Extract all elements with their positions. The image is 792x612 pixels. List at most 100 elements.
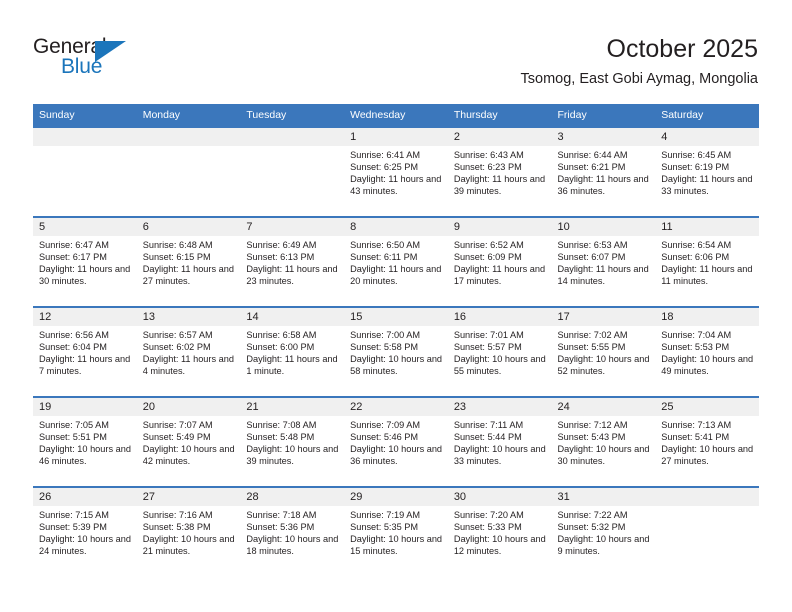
general-blue-logo[interactable]: General Blue (33, 36, 233, 84)
day-sun-info: Sunrise: 6:44 AM Sunset: 6:21 PM Daylight:… (552, 146, 656, 197)
day-number: 16 (447, 308, 552, 326)
calendar-day-cell[interactable]: 28 Sunrise: 7:18 AM Sunset: 5:36 PM Dayligh… (240, 486, 345, 576)
daylight-text: Daylight: 10 hours and 27 minutes. (661, 444, 754, 467)
day-cell-inner: 18 Sunrise: 7:04 AM Sunset: 5:53 PM Dayligh… (655, 306, 759, 396)
calendar-body: 1 Sunrise: 6:41 AM Sunset: 6:25 PM Daylight… (33, 126, 759, 576)
calendar-day-cell[interactable]: 23 Sunrise: 7:11 AM Sunset: 5:44 PM Dayligh… (447, 396, 552, 486)
day-cell-inner: 20 Sunrise: 7:07 AM Sunset: 5:49 PM Dayligh… (136, 396, 241, 486)
day-cell-inner: 6 Sunrise: 6:48 AM Sunset: 6:15 PM Daylight… (136, 216, 241, 306)
weekday-header-friday: Friday (551, 104, 656, 126)
daylight-text: Daylight: 10 hours and 46 minutes. (39, 444, 131, 467)
sunset-text: Sunset: 5:38 PM (142, 522, 211, 533)
calendar-day-cell[interactable]: 17 Sunrise: 7:02 AM Sunset: 5:55 PM Dayligh… (551, 306, 656, 396)
calendar-day-cell[interactable]: 4 Sunrise: 6:45 AM Sunset: 6:19 PM Daylight… (655, 126, 759, 216)
calendar-day-cell[interactable]: 9 Sunrise: 6:52 AM Sunset: 6:09 PM Daylight… (447, 216, 552, 306)
daylight-text: Daylight: 11 hours and 11 minutes. (661, 264, 753, 287)
calendar-day-cell[interactable]: 11 Sunrise: 6:54 AM Sunset: 6:06 PM Dayligh… (655, 216, 759, 306)
sunrise-text: Sunrise: 7:12 AM (557, 420, 628, 430)
empty-day (136, 126, 241, 216)
sunset-text: Sunset: 5:58 PM (350, 342, 419, 353)
day-sun-info: Sunrise: 6:57 AM Sunset: 6:02 PM Daylight:… (137, 326, 241, 377)
calendar-week-row: 12 Sunrise: 6:56 AM Sunset: 6:04 PM Dayligh… (33, 306, 759, 396)
calendar-week-row: 5 Sunrise: 6:47 AM Sunset: 6:17 PM Daylight… (33, 216, 759, 306)
sunrise-text: Sunrise: 6:56 AM (39, 330, 109, 340)
calendar-day-cell[interactable]: 1 Sunrise: 6:41 AM Sunset: 6:25 PM Daylight… (344, 126, 448, 216)
daylight-text: Daylight: 10 hours and 18 minutes. (246, 534, 339, 557)
day-cell-inner: 26 Sunrise: 7:15 AM Sunset: 5:39 PM Dayligh… (33, 486, 137, 576)
sunset-text: Sunset: 6:19 PM (661, 162, 730, 173)
calendar-day-cell[interactable]: 31 Sunrise: 7:22 AM Sunset: 5:32 PM Dayligh… (551, 486, 656, 576)
calendar-day-cell[interactable]: 13 Sunrise: 6:57 AM Sunset: 6:02 PM Dayligh… (136, 306, 241, 396)
day-number: 27 (136, 488, 241, 506)
calendar-day-cell[interactable]: 6 Sunrise: 6:48 AM Sunset: 6:15 PM Daylight… (136, 216, 241, 306)
sunset-text: Sunset: 6:13 PM (246, 252, 315, 263)
sunset-text: Sunset: 5:49 PM (142, 432, 211, 443)
empty-day (33, 126, 137, 216)
sunset-text: Sunset: 5:36 PM (246, 522, 315, 533)
calendar-day-cell[interactable]: 21 Sunrise: 7:08 AM Sunset: 5:48 PM Dayligh… (240, 396, 345, 486)
calendar-day-cell[interactable]: 26 Sunrise: 7:15 AM Sunset: 5:39 PM Dayligh… (33, 486, 137, 576)
day-cell-inner: 3 Sunrise: 6:44 AM Sunset: 6:21 PM Daylight… (551, 126, 656, 216)
day-cell-inner: 14 Sunrise: 6:58 AM Sunset: 6:00 PM Dayligh… (240, 306, 345, 396)
daylight-text: Daylight: 11 hours and 14 minutes. (557, 264, 649, 287)
calendar-week-row: 1 Sunrise: 6:41 AM Sunset: 6:25 PM Daylight… (33, 126, 759, 216)
calendar-day-cell[interactable]: 10 Sunrise: 6:53 AM Sunset: 6:07 PM Dayligh… (551, 216, 656, 306)
daylight-text: Daylight: 11 hours and 4 minutes. (142, 354, 234, 377)
sunset-text: Sunset: 5:35 PM (350, 522, 419, 533)
day-number: 19 (33, 398, 137, 416)
calendar-week-row: 19 Sunrise: 7:05 AM Sunset: 5:51 PM Dayligh… (33, 396, 759, 486)
calendar-day-cell[interactable]: 5 Sunrise: 6:47 AM Sunset: 6:17 PM Daylight… (33, 216, 137, 306)
calendar-day-cell[interactable]: 25 Sunrise: 7:13 AM Sunset: 5:41 PM Dayligh… (655, 396, 759, 486)
calendar-day-cell[interactable]: 8 Sunrise: 6:50 AM Sunset: 6:11 PM Daylight… (344, 216, 448, 306)
calendar-day-cell[interactable]: 20 Sunrise: 7:07 AM Sunset: 5:49 PM Dayligh… (136, 396, 241, 486)
page-title: October 2025 (606, 35, 759, 63)
calendar-day-cell[interactable]: 24 Sunrise: 7:12 AM Sunset: 5:43 PM Dayligh… (551, 396, 656, 486)
weekday-header-thursday: Thursday (447, 104, 552, 126)
sunrise-text: Sunrise: 6:57 AM (142, 330, 213, 340)
sunrise-text: Sunrise: 7:15 AM (39, 510, 109, 520)
weekday-header-row: Sunday Monday Tuesday Wednesday Thursday… (33, 104, 759, 126)
sunrise-text: Sunrise: 6:43 AM (453, 150, 524, 160)
calendar-day-cell[interactable]: 16 Sunrise: 7:01 AM Sunset: 5:57 PM Dayligh… (447, 306, 552, 396)
calendar-week-row: 26 Sunrise: 7:15 AM Sunset: 5:39 PM Dayligh… (33, 486, 759, 576)
sunrise-text: Sunrise: 7:09 AM (350, 420, 421, 430)
calendar-day-cell[interactable]: 18 Sunrise: 7:04 AM Sunset: 5:53 PM Dayligh… (655, 306, 759, 396)
daylight-text: Daylight: 10 hours and 58 minutes. (350, 354, 443, 377)
day-number: 12 (33, 308, 137, 326)
day-sun-info: Sunrise: 7:08 AM Sunset: 5:48 PM Daylight:… (240, 416, 344, 467)
sunrise-text: Sunrise: 7:22 AM (557, 510, 628, 520)
calendar-day-cell (136, 126, 241, 216)
calendar-day-cell[interactable]: 15 Sunrise: 7:00 AM Sunset: 5:58 PM Dayligh… (344, 306, 448, 396)
sunrise-text: Sunrise: 6:52 AM (453, 240, 524, 250)
calendar-day-cell[interactable]: 12 Sunrise: 6:56 AM Sunset: 6:04 PM Dayligh… (33, 306, 137, 396)
day-cell-inner: 10 Sunrise: 6:53 AM Sunset: 6:07 PM Dayligh… (551, 216, 656, 306)
day-number: 11 (655, 218, 759, 236)
sunset-text: Sunset: 6:25 PM (350, 162, 419, 173)
day-number: 6 (136, 218, 241, 236)
sunset-text: Sunset: 5:51 PM (39, 432, 107, 443)
sunrise-sunset-calendar: Sunday Monday Tuesday Wednesday Thursday… (33, 104, 759, 576)
daylight-text: Daylight: 10 hours and 21 minutes. (142, 534, 235, 557)
day-cell-inner: 12 Sunrise: 6:56 AM Sunset: 6:04 PM Dayligh… (33, 306, 137, 396)
calendar-day-cell[interactable]: 29 Sunrise: 7:19 AM Sunset: 5:35 PM Dayligh… (344, 486, 448, 576)
calendar-day-cell[interactable]: 27 Sunrise: 7:16 AM Sunset: 5:38 PM Dayligh… (136, 486, 241, 576)
sunrise-text: Sunrise: 7:00 AM (350, 330, 421, 340)
calendar-day-cell[interactable]: 2 Sunrise: 6:43 AM Sunset: 6:23 PM Daylight… (447, 126, 552, 216)
sunrise-text: Sunrise: 6:54 AM (661, 240, 732, 250)
sunset-text: Sunset: 5:41 PM (661, 432, 730, 443)
day-sun-info: Sunrise: 7:19 AM Sunset: 5:35 PM Daylight:… (344, 506, 448, 557)
daylight-text: Daylight: 10 hours and 15 minutes. (350, 534, 443, 557)
calendar-day-cell[interactable]: 22 Sunrise: 7:09 AM Sunset: 5:46 PM Dayligh… (344, 396, 448, 486)
calendar-day-cell[interactable]: 7 Sunrise: 6:49 AM Sunset: 6:13 PM Daylight… (240, 216, 345, 306)
day-cell-inner: 22 Sunrise: 7:09 AM Sunset: 5:46 PM Dayligh… (344, 396, 448, 486)
day-number: 24 (551, 398, 656, 416)
calendar-day-cell[interactable]: 14 Sunrise: 6:58 AM Sunset: 6:00 PM Dayligh… (240, 306, 345, 396)
calendar-day-cell[interactable]: 30 Sunrise: 7:20 AM Sunset: 5:33 PM Dayligh… (447, 486, 552, 576)
calendar-day-cell[interactable]: 3 Sunrise: 6:44 AM Sunset: 6:21 PM Daylight… (551, 126, 656, 216)
day-number (33, 128, 137, 146)
weekday-header-saturday: Saturday (655, 104, 759, 126)
day-cell-inner: 15 Sunrise: 7:00 AM Sunset: 5:58 PM Dayligh… (344, 306, 448, 396)
day-number: 21 (240, 398, 345, 416)
calendar-day-cell[interactable]: 19 Sunrise: 7:05 AM Sunset: 5:51 PM Dayligh… (33, 396, 137, 486)
day-cell-inner: 1 Sunrise: 6:41 AM Sunset: 6:25 PM Daylight… (344, 126, 448, 216)
